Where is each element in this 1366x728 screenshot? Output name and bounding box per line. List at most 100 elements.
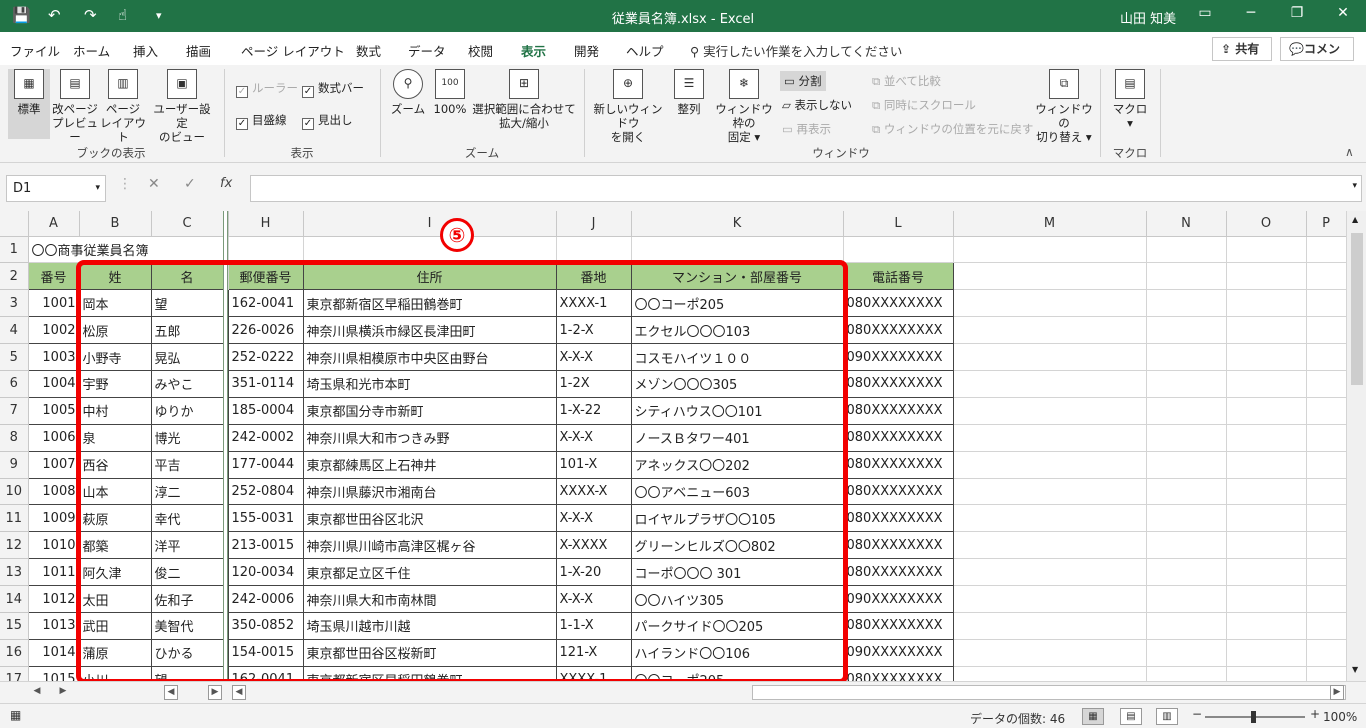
minimize-icon[interactable]: ─ — [1236, 5, 1266, 21]
postal-code-cell[interactable]: 154-0015 — [228, 639, 304, 667]
cell[interactable] — [953, 558, 1147, 587]
employee-number-cell[interactable]: 1011 — [28, 558, 80, 587]
select-all-corner[interactable] — [0, 211, 29, 237]
postal-code-cell[interactable]: 155-0031 — [228, 504, 304, 533]
row-header[interactable]: 9 — [0, 451, 29, 479]
employee-number-cell[interactable]: 1013 — [28, 612, 80, 640]
cell[interactable] — [1226, 478, 1307, 506]
worksheet-grid[interactable]: A B C H I J K L M N O P 1 〇〇商事従業員名簿 2 番号… — [0, 211, 1366, 694]
page-layout-icon[interactable]: ▤ — [1120, 708, 1142, 725]
header-cell[interactable]: 住所 — [302, 262, 557, 291]
custom-views-button[interactable]: ▣ ユーザー設定 のビュー — [148, 69, 216, 144]
vertical-scrollbar[interactable]: ▲ ▼ — [1346, 211, 1366, 681]
employee-number-cell[interactable]: 1010 — [28, 531, 80, 560]
first-name-cell[interactable]: ゆりか — [151, 397, 224, 425]
cell[interactable] — [1226, 504, 1307, 533]
block-number-cell[interactable]: X-XXXX — [556, 531, 632, 560]
horizontal-scrollbar[interactable] — [752, 685, 1346, 700]
normal-view-icon[interactable]: ▦ — [1082, 708, 1104, 725]
first-name-cell[interactable]: 晃弘 — [151, 343, 224, 371]
address-cell[interactable]: 埼玉県和光市本町 — [303, 370, 557, 398]
row-header[interactable]: 16 — [0, 639, 29, 667]
postal-code-cell[interactable]: 350-0852 — [228, 612, 304, 640]
employee-number-cell[interactable]: 1002 — [28, 316, 80, 345]
employee-number-cell[interactable]: 1012 — [28, 585, 80, 613]
first-name-cell[interactable]: 五郎 — [151, 316, 224, 345]
cell[interactable] — [953, 504, 1147, 533]
tell-me-search[interactable]: ⚲ 実行したい作業を入力してください — [690, 41, 902, 60]
row-header[interactable]: 2 — [0, 262, 29, 291]
cell[interactable] — [1226, 531, 1307, 560]
phone-cell[interactable]: 080XXXXXXXX — [843, 316, 954, 345]
cell[interactable] — [843, 236, 954, 264]
cell[interactable] — [1226, 612, 1307, 640]
first-name-cell[interactable]: ひかる — [151, 639, 224, 667]
zoom-level[interactable]: 100% — [1323, 710, 1357, 724]
building-room-cell[interactable]: ハイランド〇〇106 — [631, 639, 844, 667]
postal-code-cell[interactable]: 177-0044 — [228, 451, 304, 479]
hide-window-button[interactable]: ▱ 表示しない — [782, 97, 852, 113]
cell[interactable] — [953, 451, 1147, 479]
cell[interactable] — [953, 585, 1147, 613]
prev-sheet-icon[interactable]: ◀ — [30, 685, 44, 700]
address-cell[interactable]: 神奈川県大和市南林間 — [303, 585, 557, 613]
split-button[interactable]: ▭ 分割 — [780, 71, 826, 91]
cell[interactable] — [1226, 558, 1307, 587]
cell[interactable] — [1306, 478, 1347, 506]
column-header[interactable]: K — [631, 211, 844, 237]
address-cell[interactable]: 東京都足立区千住 — [303, 558, 557, 587]
building-room-cell[interactable]: ノースＢタワー401 — [631, 424, 844, 452]
cell[interactable] — [1306, 424, 1347, 452]
row-header[interactable]: 10 — [0, 478, 29, 506]
block-number-cell[interactable]: X-X-X — [556, 504, 632, 533]
block-number-cell[interactable]: XXXX-1 — [556, 289, 632, 318]
cell[interactable] — [1146, 236, 1227, 264]
tab-draw[interactable]: 描画 — [186, 41, 211, 60]
cell[interactable] — [1306, 236, 1347, 264]
postal-code-cell[interactable]: 120-0034 — [228, 558, 304, 587]
cell[interactable] — [953, 236, 1147, 264]
building-room-cell[interactable]: エクセル〇〇〇103 — [631, 316, 844, 345]
column-header[interactable]: J — [556, 211, 632, 237]
cell[interactable] — [1146, 639, 1227, 667]
first-name-cell[interactable]: 望 — [151, 289, 224, 318]
cell[interactable] — [1146, 585, 1227, 613]
cell[interactable] — [1226, 424, 1307, 452]
cell[interactable] — [1306, 289, 1347, 318]
scroll-right-icon[interactable]: ▶ — [1330, 685, 1344, 700]
building-room-cell[interactable]: メゾン〇〇〇305 — [631, 370, 844, 398]
phone-cell[interactable]: 090XXXXXXXX — [843, 585, 954, 613]
column-header[interactable]: H — [228, 211, 304, 237]
address-cell[interactable]: 東京都練馬区上石神井 — [303, 451, 557, 479]
row-header[interactable]: 6 — [0, 370, 29, 398]
postal-code-cell[interactable]: 252-0222 — [228, 343, 304, 371]
phone-cell[interactable]: 090XXXXXXXX — [843, 639, 954, 667]
last-name-cell[interactable]: 武田 — [79, 612, 152, 640]
cell[interactable] — [631, 236, 844, 264]
row-header[interactable]: 8 — [0, 424, 29, 452]
phone-cell[interactable]: 080XXXXXXXX — [843, 424, 954, 452]
cell[interactable] — [1306, 370, 1347, 398]
scroll-thumb[interactable] — [1351, 233, 1363, 385]
address-cell[interactable]: 東京都国分寺市新町 — [303, 397, 557, 425]
last-name-cell[interactable]: 岡本 — [79, 289, 152, 318]
insert-function-icon[interactable]: fx — [220, 176, 232, 191]
row-header[interactable]: 4 — [0, 316, 29, 345]
cell[interactable] — [1306, 262, 1347, 291]
cell[interactable] — [953, 639, 1147, 667]
tab-page-layout[interactable]: ページ レイアウト — [241, 41, 345, 60]
last-name-cell[interactable]: 蒲原 — [79, 639, 152, 667]
view-side-by-side-button[interactable]: ⧉ 並べて比較 — [872, 73, 941, 89]
cell[interactable] — [1226, 639, 1307, 667]
header-cell[interactable]: マンション・部屋番号 — [630, 262, 844, 291]
last-name-cell[interactable]: 松原 — [79, 316, 152, 345]
scroll-down-icon[interactable]: ▼ — [1352, 665, 1358, 674]
tab-data[interactable]: データ — [408, 41, 446, 60]
block-number-cell[interactable]: XXXX-X — [556, 478, 632, 506]
employee-number-cell[interactable]: 1009 — [28, 504, 80, 533]
cell[interactable] — [1226, 289, 1307, 318]
ribbon-display-options-icon[interactable]: ▭ — [1190, 5, 1220, 21]
unhide-window-button[interactable]: ▭ 再表示 — [782, 121, 831, 137]
switch-windows-button[interactable]: ⧉ ウィンドウの 切り替え ▾ — [1032, 69, 1096, 144]
row-header[interactable]: 5 — [0, 343, 29, 371]
